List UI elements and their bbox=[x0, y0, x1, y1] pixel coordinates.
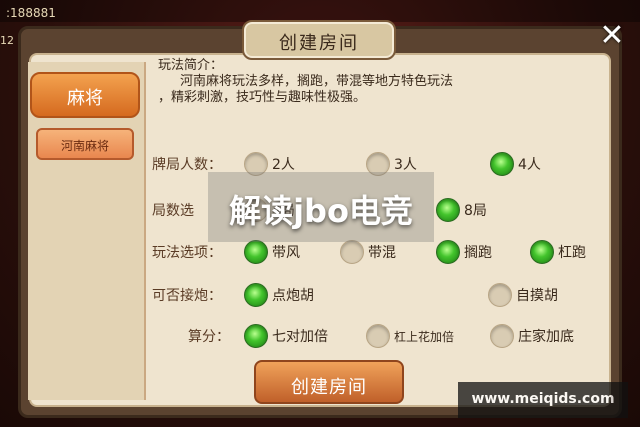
option-label: 搁跑 bbox=[464, 245, 492, 261]
option-label: 杠跑 bbox=[558, 245, 586, 261]
option-label: 4人 bbox=[518, 157, 541, 173]
play-options-label: 玩法选项： bbox=[152, 245, 222, 261]
option-label: 自摸胡 bbox=[516, 288, 558, 304]
watermark: www.meiqids.com bbox=[458, 382, 628, 418]
pao-label: 可否接炮： bbox=[152, 288, 222, 304]
rules-intro-line-2: ，精彩刺激，技巧性与趣味性极强。 bbox=[158, 90, 367, 105]
radio-icon bbox=[340, 240, 364, 264]
radio-selected-icon bbox=[244, 240, 268, 264]
create-room-label: 创建房间 bbox=[291, 377, 367, 398]
rounds-label: 局数选 bbox=[152, 203, 194, 219]
option-label: 点炮胡 bbox=[272, 288, 314, 304]
option-label: 8局 bbox=[464, 203, 487, 219]
rules-intro-line-1: 河南麻将玩法多样，搁跑，带混等地方特色玩法 bbox=[180, 74, 454, 89]
option-label: 带风 bbox=[272, 245, 300, 261]
overlay-text: 解读jbo电竞 bbox=[229, 192, 413, 230]
sidebar-item-majiang[interactable]: 麻将 bbox=[30, 72, 140, 118]
create-room-button[interactable]: 创建房间 bbox=[254, 360, 404, 404]
left-readout: 12 bbox=[0, 34, 14, 47]
sidebar-subitem-label: 河南麻将 bbox=[60, 139, 109, 153]
score-label: 算分： bbox=[188, 329, 230, 345]
radio-selected-icon bbox=[490, 152, 514, 176]
sidebar-subitem-henan-majiang[interactable]: 河南麻将 bbox=[36, 128, 134, 160]
option-label: 杠上花加倍 bbox=[394, 330, 455, 344]
radio-icon bbox=[490, 324, 514, 348]
sidebar-item-label: 麻将 bbox=[67, 88, 103, 109]
overlay-banner: 解读jbo电竞 bbox=[208, 172, 434, 242]
close-icon[interactable]: ✕ bbox=[594, 18, 630, 54]
option-label: 七对加倍 bbox=[272, 329, 328, 345]
dialog-title-plate: 创建房间 bbox=[242, 20, 396, 60]
coins-readout: :188881 bbox=[6, 6, 56, 20]
pao-row: 可否接炮： 点炮胡 自摸胡 bbox=[152, 279, 612, 309]
rules-intro: 玩法简介： 河南麻将玩法多样，搁跑，带混等地方特色玩法 ，精彩刺激，技巧性与趣味… bbox=[158, 58, 598, 106]
radio-selected-icon bbox=[530, 240, 554, 264]
players-label: 牌局人数： bbox=[152, 157, 222, 173]
radio-icon bbox=[366, 324, 390, 348]
radio-selected-icon bbox=[436, 198, 460, 222]
radio-selected-icon bbox=[436, 240, 460, 264]
option-label: 庄家加底 bbox=[518, 329, 574, 345]
option-label: 2人 bbox=[272, 157, 295, 173]
option-label: 3人 bbox=[394, 157, 417, 173]
rules-intro-title: 玩法简介： bbox=[158, 58, 224, 73]
radio-selected-icon bbox=[244, 283, 268, 307]
watermark-text: www.meiqids.com bbox=[471, 391, 615, 407]
radio-icon bbox=[488, 283, 512, 307]
dialog-title: 创建房间 bbox=[279, 33, 359, 54]
radio-selected-icon bbox=[244, 324, 268, 348]
score-row: 算分： 七对加倍 杠上花加倍 庄家加底 bbox=[152, 320, 612, 350]
top-bar: :188881 bbox=[0, 0, 640, 22]
option-label: 带混 bbox=[368, 245, 396, 261]
